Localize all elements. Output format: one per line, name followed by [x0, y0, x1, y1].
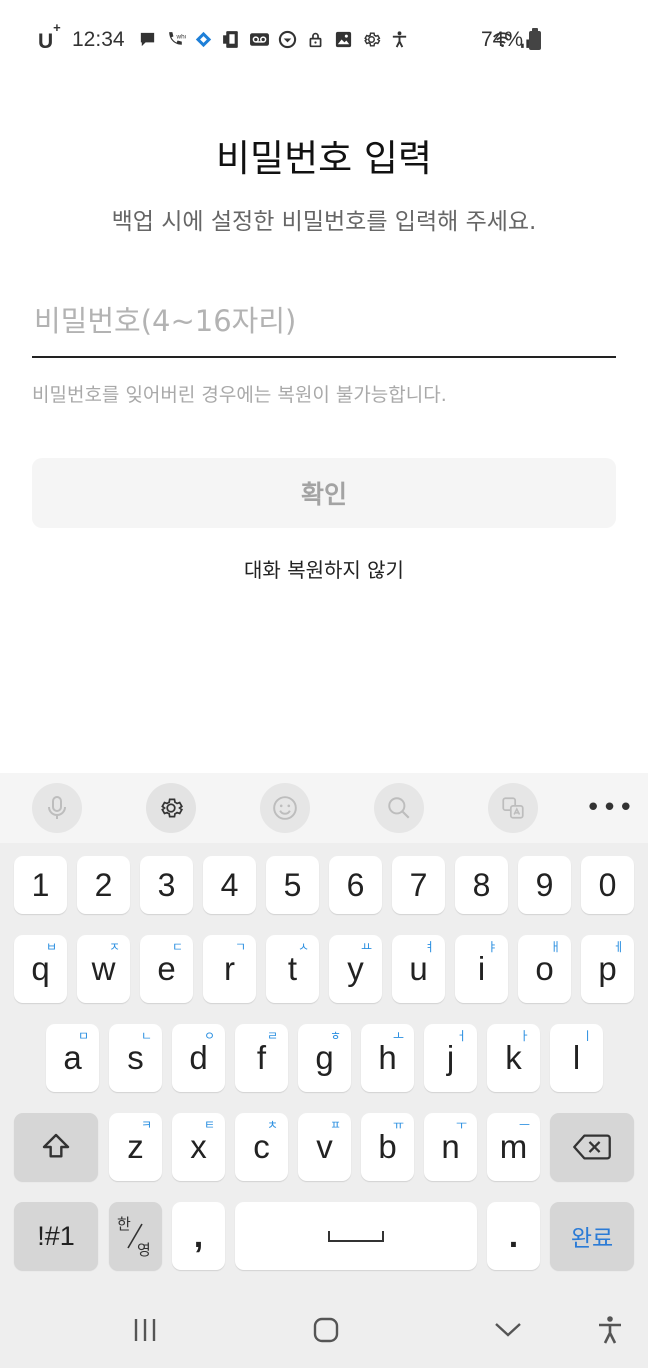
- key-g[interactable]: ㅎg: [298, 1024, 351, 1092]
- message-icon: [137, 29, 158, 50]
- key-0[interactable]: 0: [581, 856, 634, 914]
- key-5[interactable]: 5: [266, 856, 319, 914]
- page-title: 비밀번호 입력: [215, 137, 432, 180]
- key-v[interactable]: ㅍv: [298, 1113, 351, 1181]
- key-2[interactable]: 2: [77, 856, 130, 914]
- accessibility-icon: [389, 29, 410, 50]
- key-9[interactable]: 9: [518, 856, 571, 914]
- space-bar-icon: [328, 1231, 384, 1242]
- navigation-bar: [0, 1290, 648, 1368]
- shift-icon: [42, 1133, 70, 1158]
- key-i[interactable]: ㅑi: [455, 935, 508, 1003]
- key-k[interactable]: ㅏk: [487, 1024, 540, 1092]
- battery-percent: 74%: [481, 28, 524, 51]
- confirm-button[interactable]: 확인: [32, 458, 616, 528]
- key-h[interactable]: ㅗh: [361, 1024, 414, 1092]
- home-icon[interactable]: [304, 1308, 348, 1352]
- key-e[interactable]: ㄷe: [140, 935, 193, 1003]
- keyboard-toolbar: •••: [0, 773, 648, 843]
- key-u[interactable]: ㅕu: [392, 935, 445, 1003]
- keyboard-settings-icon[interactable]: [146, 783, 196, 833]
- password-hint: 비밀번호를 잊어버린 경우에는 복원이 불가능합니다.: [32, 384, 447, 406]
- key-a[interactable]: ㅁa: [46, 1024, 99, 1092]
- key-l[interactable]: ㅣl: [550, 1024, 603, 1092]
- battery-icon: [529, 28, 541, 50]
- key-4[interactable]: 4: [203, 856, 256, 914]
- done-key[interactable]: 완료: [550, 1202, 634, 1270]
- search-icon[interactable]: [374, 783, 424, 833]
- language-switch-key[interactable]: 한 영: [109, 1202, 162, 1270]
- backspace-key[interactable]: [550, 1113, 634, 1181]
- key-o[interactable]: ㅐo: [518, 935, 571, 1003]
- key-m[interactable]: ㅡm: [487, 1113, 540, 1181]
- key-y[interactable]: ㅛy: [329, 935, 382, 1003]
- key-p[interactable]: ㅔp: [581, 935, 634, 1003]
- comma-key[interactable]: ,: [172, 1202, 225, 1270]
- period-key[interactable]: .: [487, 1202, 540, 1270]
- recent-apps-icon[interactable]: [123, 1308, 167, 1352]
- key-b[interactable]: ㅠb: [361, 1113, 414, 1181]
- device-icon: [221, 29, 242, 50]
- shift-key[interactable]: [14, 1113, 98, 1181]
- emoji-icon[interactable]: [260, 783, 310, 833]
- diamond-app-icon: [193, 29, 214, 50]
- key-w[interactable]: ㅈw: [77, 935, 130, 1003]
- key-6[interactable]: 6: [329, 856, 382, 914]
- key-1[interactable]: 1: [14, 856, 67, 914]
- notification-icons: who: [137, 29, 410, 50]
- carrier-label: U+: [38, 20, 61, 53]
- key-n[interactable]: ㅜn: [424, 1113, 477, 1181]
- password-input[interactable]: [32, 296, 616, 358]
- key-d[interactable]: ㅇd: [172, 1024, 225, 1092]
- status-bar: U+ 12:34 who 74%: [0, 0, 648, 80]
- more-options-icon[interactable]: •••: [585, 783, 635, 833]
- symbols-key[interactable]: !#1: [14, 1202, 98, 1270]
- key-r[interactable]: ㄱr: [203, 935, 256, 1003]
- svg-text:who: who: [176, 33, 186, 40]
- lang-english-label: 영: [137, 1241, 151, 1259]
- clock: 12:34: [72, 28, 125, 51]
- call-icon: who: [165, 29, 186, 50]
- key-x[interactable]: ㅌx: [172, 1113, 225, 1181]
- page-subtitle: 백업 시에 설정한 비밀번호를 입력해 주세요.: [111, 209, 537, 235]
- skip-restore-link[interactable]: 대화 복원하지 않기: [0, 554, 648, 583]
- key-z[interactable]: ㅋz: [109, 1113, 162, 1181]
- mic-icon[interactable]: [32, 783, 82, 833]
- key-f[interactable]: ㄹf: [235, 1024, 288, 1092]
- key-8[interactable]: 8: [455, 856, 508, 914]
- key-t[interactable]: ㅅt: [266, 935, 319, 1003]
- key-j[interactable]: ㅓj: [424, 1024, 477, 1092]
- key-q[interactable]: ㅂq: [14, 935, 67, 1003]
- keyboard-hide-icon[interactable]: [486, 1308, 530, 1352]
- accessibility-shortcut-icon[interactable]: [588, 1308, 632, 1352]
- shield-app-icon: [277, 29, 298, 50]
- backspace-icon: [573, 1134, 611, 1160]
- space-key[interactable]: [235, 1202, 477, 1270]
- lock-icon: [305, 29, 326, 50]
- key-s[interactable]: ㄴs: [109, 1024, 162, 1092]
- key-7[interactable]: 7: [392, 856, 445, 914]
- gallery-icon: [333, 29, 354, 50]
- key-3[interactable]: 3: [140, 856, 193, 914]
- voicemail-icon: [249, 29, 270, 50]
- translate-icon[interactable]: [488, 783, 538, 833]
- settings-icon: [361, 29, 382, 50]
- key-c[interactable]: ㅊc: [235, 1113, 288, 1181]
- keyboard: ••• 1 2 3 4 5 6 7 8 9 0 ㅂq ㅈw ㄷe ㄱr ㅅt ㅛ…: [0, 773, 648, 1368]
